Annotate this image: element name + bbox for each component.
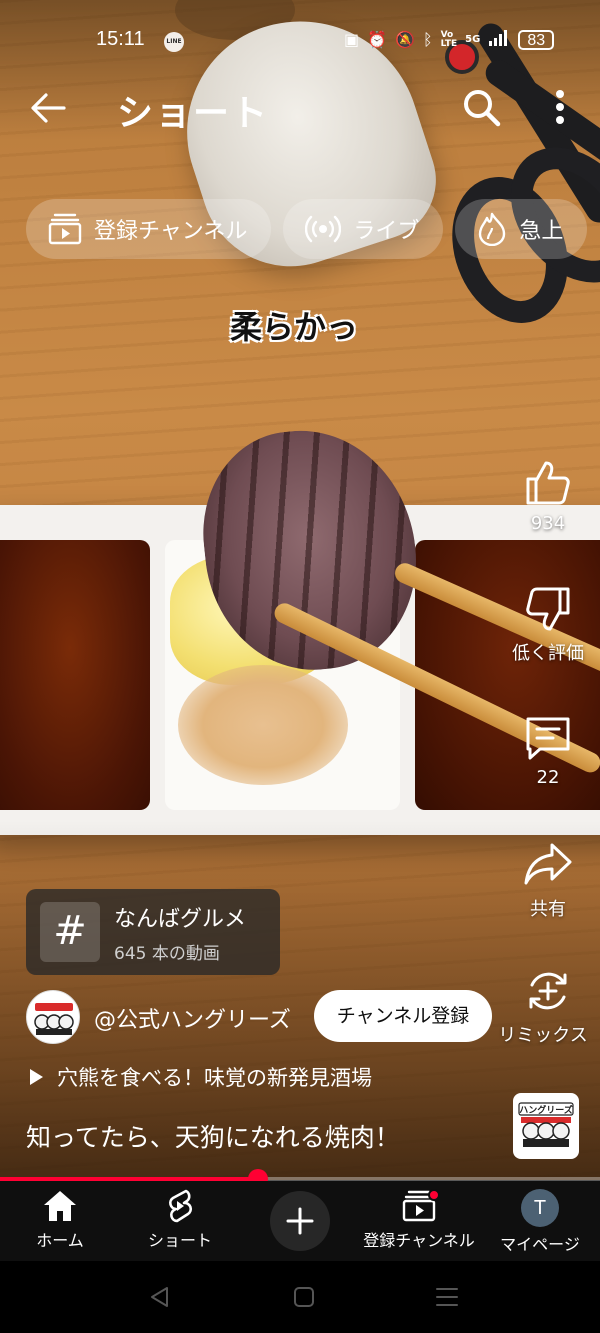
video-caption-overlay: 柔らかっ (230, 308, 359, 346)
line-notification-icon: LINE (164, 32, 184, 52)
hashtag-icon: # (40, 902, 100, 962)
logo-text: ハングリーズ (519, 1104, 573, 1116)
dislike-button[interactable]: 低く評価 (496, 585, 600, 665)
page-title: ショート (117, 93, 270, 134)
nav-label: ショート (147, 1231, 212, 1250)
thumbs-up-icon (526, 461, 570, 505)
avatar: T (521, 1189, 559, 1227)
comment-count: 22 (536, 767, 560, 788)
back-arrow-icon[interactable] (28, 88, 68, 128)
nav-subscriptions[interactable]: 登録チャンネル (354, 1189, 484, 1251)
channel-row: @公式ハングリーズ チャンネル登録 (26, 988, 496, 1044)
signal-icon (488, 30, 510, 50)
remix-button[interactable]: リミックス (496, 967, 600, 1047)
status-time: 15:11 (96, 28, 145, 50)
subscribe-button[interactable]: チャンネル登録 (314, 990, 492, 1042)
nfc-icon: ▣ (344, 30, 360, 49)
bottom-navigation: ホーム ショート 登録チャンネル T マイページ (0, 1181, 600, 1261)
subscriptions-icon (48, 213, 82, 245)
hashtag-video-count: 645 本の動画 (114, 943, 220, 964)
hashtag-card[interactable]: # なんばグルメ 645 本の動画 (26, 889, 280, 975)
video-title: 知ってたら、天狗になれる焼肉！ (26, 1123, 400, 1152)
live-icon (305, 215, 342, 243)
hungrys-logo: ハングリーズ (518, 1102, 574, 1147)
nav-label: マイページ (500, 1235, 580, 1254)
chip-live[interactable]: ライブ (283, 199, 444, 259)
channel-thumbnail[interactable]: ハングリーズ (513, 1093, 579, 1159)
hungrys-logo (34, 1003, 74, 1035)
chip-trending[interactable]: 急上 (455, 199, 588, 259)
share-button[interactable]: 共有 (496, 841, 600, 921)
comments-button[interactable]: 22 (496, 713, 600, 788)
share-label: 共有 (530, 899, 566, 920)
search-icon[interactable] (460, 86, 502, 128)
chip-subscriptions[interactable]: 登録チャンネル (26, 199, 272, 259)
network-type: 5G (465, 34, 481, 45)
playlist-link[interactable]: 穴熊を食べる！味覚の新発見酒場 (30, 1062, 372, 1092)
playlist-title: 穴熊を食べる！味覚の新発見酒場 (57, 1066, 372, 1090)
plus-icon (286, 1207, 314, 1235)
dislike-label: 低く評価 (512, 643, 584, 664)
home-icon (44, 1191, 76, 1221)
share-icon (524, 843, 572, 885)
like-button[interactable]: 934 (496, 459, 600, 534)
thumbs-down-icon (526, 587, 570, 631)
new-content-dot (428, 1189, 440, 1201)
remix-label: リミックス (498, 1025, 588, 1046)
shorts-icon (169, 1189, 193, 1223)
like-count: 934 (530, 513, 566, 534)
channel-handle[interactable]: @公式ハングリーズ (94, 1002, 291, 1034)
comment-icon (526, 717, 570, 760)
top-app-bar: ショート (0, 80, 600, 136)
chip-label: ライブ (353, 219, 420, 244)
nav-my-page[interactable]: T マイページ (475, 1189, 600, 1255)
nav-label: ホーム (36, 1231, 84, 1250)
mute-icon: 🔕 (395, 30, 415, 49)
system-recents-icon[interactable] (434, 1285, 460, 1309)
salt-pile (178, 665, 348, 785)
battery-icon: 83 (518, 30, 555, 50)
create-button[interactable] (270, 1191, 330, 1251)
nav-shorts[interactable]: ショート (115, 1189, 245, 1251)
hashtag-name: なんばグルメ (114, 906, 247, 932)
alarm-icon: ⏰ (367, 30, 388, 49)
volte-icon: Vo LTE (440, 30, 458, 49)
sauce-well (0, 540, 150, 810)
system-navigation-bar (0, 1261, 600, 1333)
trending-icon (479, 212, 506, 246)
bluetooth-icon: ᛒ (422, 30, 433, 49)
more-vert-icon[interactable] (548, 86, 572, 128)
nav-label: 登録チャンネル (363, 1231, 475, 1250)
remix-icon (529, 972, 567, 1010)
filter-chips: 登録チャンネル ライブ 急上 (26, 199, 588, 259)
chip-label: 登録チャンネル (94, 219, 248, 244)
system-back-icon[interactable] (148, 1285, 172, 1309)
status-icons: ▣ ⏰ 🔕 ᛒ Vo LTE 5G 83 (344, 30, 555, 50)
status-bar: 15:11 LINE ▣ ⏰ 🔕 ᛒ Vo LTE 5G 83 (0, 22, 600, 58)
system-home-icon[interactable] (292, 1285, 316, 1309)
nav-home[interactable]: ホーム (0, 1189, 125, 1251)
channel-avatar[interactable] (26, 990, 80, 1044)
chip-label: 急上 (519, 219, 564, 244)
play-icon (30, 1069, 43, 1085)
